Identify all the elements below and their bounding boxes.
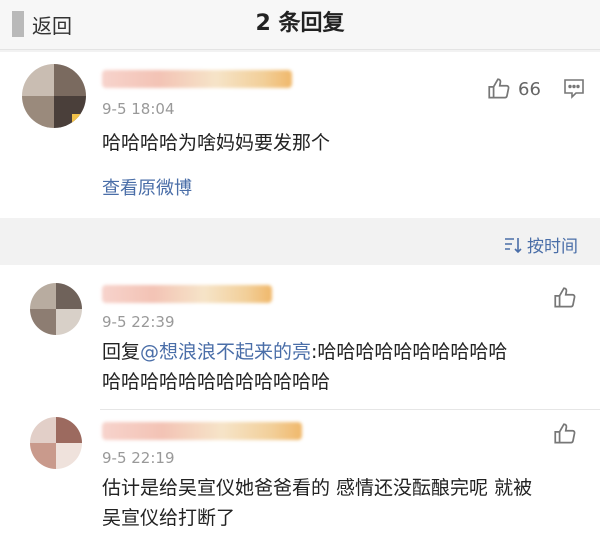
reply-like-button[interactable] (552, 285, 578, 311)
comment-time: 9-5 18:04 (102, 100, 175, 118)
thumbs-up-icon (488, 78, 510, 99)
reply-body: :哈哈哈哈哈哈哈哈哈哈 (311, 341, 508, 363)
comment-icon (564, 79, 584, 99)
reply-time: 9-5 22:39 (102, 313, 175, 331)
avatar[interactable] (30, 283, 82, 335)
reply-text-line1: 回复@想浪浪不起来的亮:哈哈哈哈哈哈哈哈哈哈 (102, 337, 582, 367)
mention-link[interactable]: @想浪浪不起来的亮 (140, 341, 311, 363)
avatar[interactable] (30, 417, 82, 469)
main-comment: 9-5 18:04 66 哈哈哈哈为啥妈妈要发那个 查看原微博 (0, 52, 600, 218)
like-button[interactable]: 66 (486, 76, 541, 102)
nav-bar: 返回 2 条回复 (0, 0, 600, 50)
reply-prefix: 回复 (102, 341, 141, 363)
reply-like-button[interactable] (552, 421, 578, 447)
username[interactable] (102, 70, 292, 88)
sort-by-time-button[interactable]: 按时间 (503, 232, 578, 257)
divider (100, 409, 600, 410)
sort-label: 按时间 (527, 237, 578, 257)
reply-text-line2: 哈哈哈哈哈哈哈哈哈哈哈哈 (102, 371, 331, 393)
reply-list: 9-5 22:39 回复@想浪浪不起来的亮:哈哈哈哈哈哈哈哈哈哈 哈哈哈哈哈哈哈… (0, 265, 600, 550)
username[interactable] (102, 285, 272, 303)
view-original-link[interactable]: 查看原微博 (102, 174, 192, 204)
reply-text-line2: 吴宣仪给打断了 (102, 507, 236, 529)
avatar[interactable] (22, 64, 86, 128)
page-title: 2 条回复 (255, 11, 345, 36)
thumbs-up-icon (554, 423, 576, 444)
sort-icon (505, 237, 522, 253)
comment-text: 哈哈哈哈为啥妈妈要发那个 (102, 132, 331, 154)
like-count: 66 (518, 78, 541, 100)
thumbs-up-icon (554, 287, 576, 308)
comment-button[interactable] (562, 78, 586, 104)
reply-time: 9-5 22:19 (102, 449, 175, 467)
reply-text-line1: 估计是给吴宣仪她爸爸看的 感情还没酝酿完呢 就被 (102, 477, 533, 499)
username[interactable] (102, 422, 302, 440)
